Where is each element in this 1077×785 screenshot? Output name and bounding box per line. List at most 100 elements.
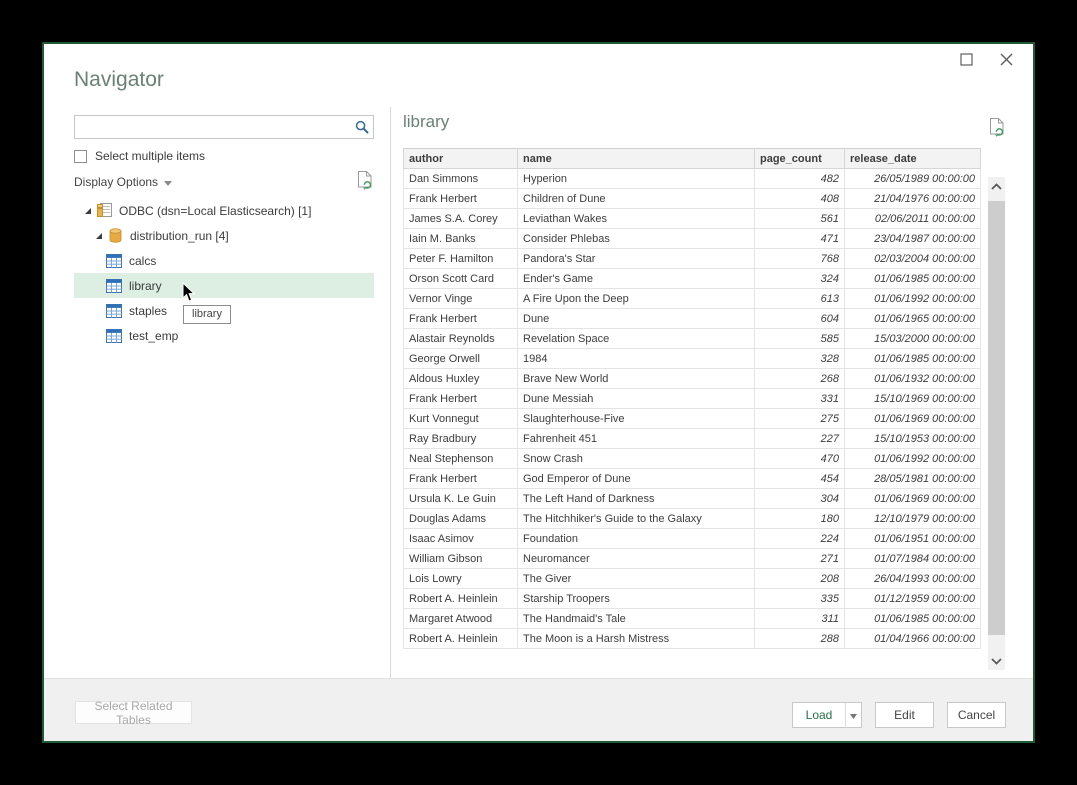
display-options-dropdown[interactable]: Display Options (74, 175, 172, 189)
table-row: Robert A. HeinleinStarship Troopers33501… (404, 589, 981, 609)
table-cell: 01/06/1992 00:00:00 (845, 449, 981, 469)
table-row: Frank HerbertGod Emperor of Dune45428/05… (404, 469, 981, 489)
table-row: Orson Scott CardEnder's Game32401/06/198… (404, 269, 981, 289)
table-icon (106, 329, 122, 343)
table-cell: 23/04/1987 00:00:00 (845, 229, 981, 249)
chevron-down-icon (991, 652, 1002, 670)
preview-scrollbar[interactable] (988, 177, 1005, 670)
table-cell: Dune (518, 309, 755, 329)
column-header: name (518, 149, 755, 169)
table-cell: Neal Stephenson (404, 449, 518, 469)
table-cell: Douglas Adams (404, 509, 518, 529)
table-cell: 26/05/1989 00:00:00 (845, 169, 981, 189)
preview-table: authornamepage_countrelease_date Dan Sim… (403, 148, 981, 649)
table-row: Ray BradburyFahrenheit 45122715/10/1953 … (404, 429, 981, 449)
column-header: release_date (845, 149, 981, 169)
search-icon[interactable] (351, 116, 373, 138)
table-cell: Dan Simmons (404, 169, 518, 189)
maximize-icon (960, 53, 973, 71)
table-cell: 288 (755, 629, 845, 649)
table-cell: 01/06/1985 00:00:00 (845, 349, 981, 369)
table-cell: Lois Lowry (404, 569, 518, 589)
table-row: Ursula K. Le GuinThe Left Hand of Darkne… (404, 489, 981, 509)
mouse-cursor-icon (182, 282, 195, 307)
refresh-tree-button[interactable] (356, 170, 374, 196)
table-row: Vernor VingeA Fire Upon the Deep61301/06… (404, 289, 981, 309)
tree-item-label: staples (129, 304, 167, 318)
maximize-button[interactable] (953, 50, 979, 74)
table-cell: 604 (755, 309, 845, 329)
refresh-preview-button[interactable] (988, 117, 1006, 143)
table-row: Dan SimmonsHyperion48226/05/1989 00:00:0… (404, 169, 981, 189)
load-button[interactable]: Load (792, 702, 845, 728)
table-row: Iain M. BanksConsider Phlebas47123/04/19… (404, 229, 981, 249)
table-cell: Robert A. Heinlein (404, 589, 518, 609)
table-cell: 02/06/2011 00:00:00 (845, 209, 981, 229)
table-cell: 304 (755, 489, 845, 509)
table-cell: The Moon is a Harsh Mistress (518, 629, 755, 649)
close-button[interactable] (993, 50, 1019, 74)
select-related-tables-button[interactable]: Select Related Tables (75, 701, 192, 724)
table-cell: 585 (755, 329, 845, 349)
table-cell: God Emperor of Dune (518, 469, 755, 489)
tree-item-library[interactable]: library (74, 273, 374, 298)
table-icon (106, 254, 122, 268)
table-cell: Fahrenheit 451 (518, 429, 755, 449)
table-cell: 335 (755, 589, 845, 609)
table-cell: 470 (755, 449, 845, 469)
expand-triangle-icon[interactable] (84, 207, 96, 215)
select-multiple-checkbox[interactable] (74, 150, 87, 163)
table-cell: A Fire Upon the Deep (518, 289, 755, 309)
display-options-label: Display Options (74, 175, 158, 189)
table-row: Margaret AtwoodThe Handmaid's Tale31101/… (404, 609, 981, 629)
table-cell: Brave New World (518, 369, 755, 389)
table-cell: Consider Phlebas (518, 229, 755, 249)
table-row: Frank HerbertDune60401/06/1965 00:00:00 (404, 309, 981, 329)
table-cell: 324 (755, 269, 845, 289)
table-row: Isaac AsimovFoundation22401/06/1951 00:0… (404, 529, 981, 549)
table-cell: Peter F. Hamilton (404, 249, 518, 269)
tree-item-calcs[interactable]: calcs (74, 248, 374, 273)
table-cell: Dune Messiah (518, 389, 755, 409)
table-cell: Snow Crash (518, 449, 755, 469)
table-cell: 01/04/1966 00:00:00 (845, 629, 981, 649)
load-dropdown-button[interactable] (845, 702, 862, 728)
table-cell: William Gibson (404, 549, 518, 569)
tree-item-label: distribution_run [4] (130, 229, 229, 243)
table-cell: Frank Herbert (404, 469, 518, 489)
table-cell: 15/10/1953 00:00:00 (845, 429, 981, 449)
table-row: Frank HerbertChildren of Dune40821/04/19… (404, 189, 981, 209)
table-row: William GibsonNeuromancer27101/07/1984 0… (404, 549, 981, 569)
scroll-down-button[interactable] (988, 652, 1005, 670)
scrollbar-thumb[interactable] (988, 201, 1005, 635)
tree-item-label: test_emp (129, 329, 178, 343)
table-cell: 311 (755, 609, 845, 629)
tree-item-test_emp[interactable]: test_emp (74, 323, 374, 348)
table-cell: Pandora's Star (518, 249, 755, 269)
tree-item-distribution_run[interactable]: distribution_run [4] (74, 223, 374, 248)
search-input[interactable] (75, 116, 351, 138)
table-cell: 01/12/1959 00:00:00 (845, 589, 981, 609)
cancel-button[interactable]: Cancel (947, 702, 1006, 728)
table-cell: Vernor Vinge (404, 289, 518, 309)
expand-triangle-icon[interactable] (95, 232, 107, 240)
table-row: Alastair ReynoldsRevelation Space58515/0… (404, 329, 981, 349)
table-row: James S.A. CoreyLeviathan Wakes56102/06/… (404, 209, 981, 229)
edit-button[interactable]: Edit (875, 702, 934, 728)
table-cell: 01/06/1985 00:00:00 (845, 269, 981, 289)
table-cell: 408 (755, 189, 845, 209)
table-cell: 275 (755, 409, 845, 429)
table-row: George Orwell198432801/06/1985 00:00:00 (404, 349, 981, 369)
load-split-button: Load (792, 702, 862, 728)
scroll-up-button[interactable] (988, 177, 1005, 195)
table-cell: 01/06/1969 00:00:00 (845, 489, 981, 509)
table-cell: Robert A. Heinlein (404, 629, 518, 649)
table-cell: 471 (755, 229, 845, 249)
table-cell: Neuromancer (518, 549, 755, 569)
tree-item-odbc[interactable]: ODBC (dsn=Local Elasticsearch) [1] (74, 198, 374, 223)
table-cell: 21/04/1976 00:00:00 (845, 189, 981, 209)
table-cell: George Orwell (404, 349, 518, 369)
table-cell: 613 (755, 289, 845, 309)
table-cell: 224 (755, 529, 845, 549)
table-cell: 268 (755, 369, 845, 389)
